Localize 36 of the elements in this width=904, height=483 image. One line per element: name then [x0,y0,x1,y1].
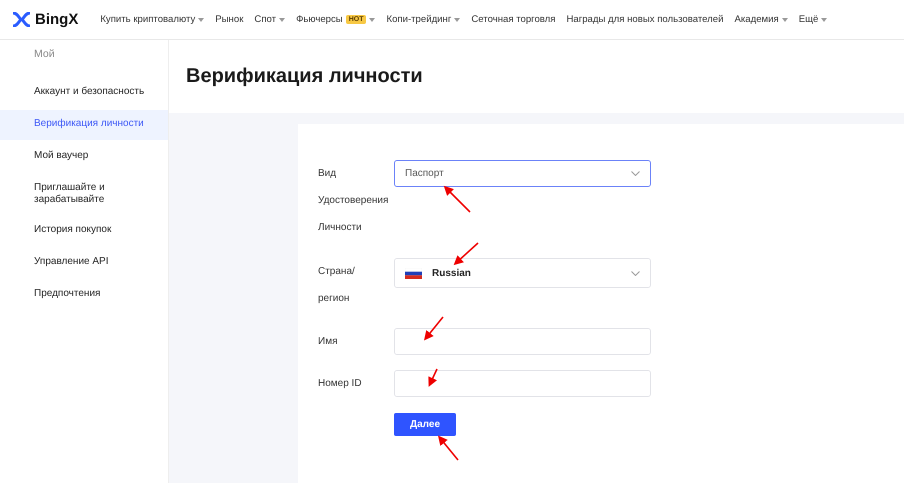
annotation-arrow [454,242,479,266]
field-label: Имя [318,335,338,349]
page-title: Верификация личности [186,65,423,88]
field-label: Страна/ регион [318,265,356,306]
field-label: Номер ID [318,377,363,391]
sidebar-heading: Мой [33,48,56,62]
annotation-arrow [438,436,459,460]
nav-link[interactable]: Копи-трейдинг [386,14,460,25]
logo-text: BingX [35,11,78,28]
field-label: Вид Удостоверения Личности [318,167,390,235]
chevron-down-icon [631,171,640,176]
annotation-arrow [424,316,444,340]
nav-link[interactable]: Рынок [215,14,244,25]
logo-icon [12,12,31,27]
sidebar-item[interactable]: Приглашайте и зарабатывайте [0,174,168,214]
nav-link[interactable]: Академия [734,14,788,25]
next-button[interactable]: Далее [394,413,456,436]
nav-link[interactable]: Сеточная торговля [471,14,556,25]
sidebar-item[interactable]: История покупок [0,216,168,246]
nav-link[interactable]: Спот [254,14,286,25]
nav-link[interactable]: Купить криптовалюту [100,14,204,25]
sidebar-item[interactable]: Верификация личности [0,110,168,140]
country-select[interactable]: Russian [394,258,651,288]
sidebar-item[interactable]: Управление API [0,248,168,278]
document-type-select[interactable]: Паспорт [394,160,651,187]
annotation-arrow [428,368,438,387]
chevron-down-icon [631,270,640,276]
nav-link[interactable]: Награды для новых пользователей [566,14,724,25]
sidebar-item[interactable]: Мой ваучер [0,142,168,172]
annotation-arrow [444,186,471,213]
flag-icon [405,268,422,278]
nav-link[interactable]: Ещё [798,14,828,25]
sidebar-item[interactable]: Аккаунт и безопасность [0,78,168,108]
input-field[interactable] [394,328,651,355]
sidebar-item[interactable]: Предпочтения [0,280,168,310]
input-field[interactable] [394,370,651,397]
